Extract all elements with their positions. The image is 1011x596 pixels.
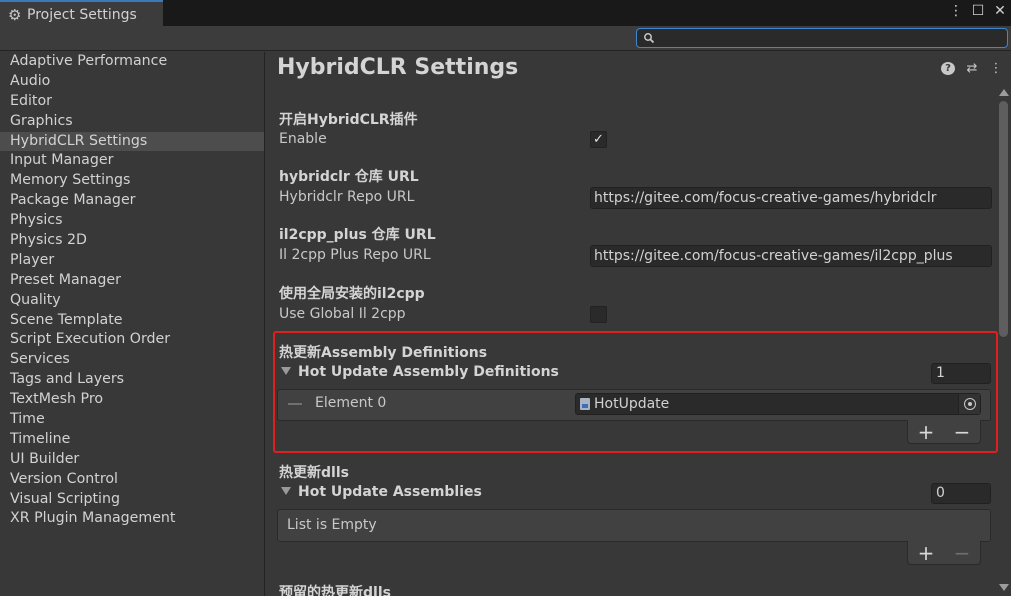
sidebar-item-player[interactable]: Player	[0, 251, 264, 271]
add-element-button[interactable]: +	[918, 422, 935, 442]
repo-url-field[interactable]: https://gitee.com/focus-creative-games/h…	[590, 187, 992, 209]
tab-title: Project Settings	[27, 6, 137, 23]
search-input[interactable]	[636, 28, 1008, 48]
global-il2cpp-section-label: 使用全局安装的il2cpp	[279, 286, 425, 302]
sidebar-item-preset-manager[interactable]: Preset Manager	[0, 271, 264, 291]
sidebar-item-script-execution-order[interactable]: Script Execution Order	[0, 330, 264, 350]
search-toolbar	[0, 26, 1011, 51]
vertical-scrollbar[interactable]	[997, 85, 1011, 596]
foldout-arrow-icon	[281, 367, 291, 375]
sidebar-item-physics[interactable]: Physics	[0, 211, 264, 231]
asm-defs-section-label: 热更新Assembly Definitions	[279, 345, 488, 361]
sidebar-item-ui-builder[interactable]: UI Builder	[0, 450, 264, 470]
asm-defs-list: Element 0 HotUpdate	[277, 389, 991, 421]
sidebar-item-adaptive-performance[interactable]: Adaptive Performance	[0, 52, 264, 72]
tab-project-settings[interactable]: ⚙ Project Settings	[0, 0, 163, 27]
asm-defs-list-footer: + −	[907, 420, 981, 444]
sidebar-item-tags-and-layers[interactable]: Tags and Layers	[0, 370, 264, 390]
dlls-section-label: 热更新dlls	[279, 465, 349, 481]
settings-content: HybridCLR Settings ? ⇄ ⋮ 开启HybridCLR插件 E…	[265, 52, 1011, 596]
sidebar-item-package-manager[interactable]: Package Manager	[0, 191, 264, 211]
repo-url-label: Hybridclr Repo URL	[279, 189, 415, 205]
foldout-arrow-icon	[281, 487, 291, 495]
help-icon[interactable]: ?	[941, 62, 955, 75]
title-bar: ⚙ Project Settings ⋮ ☐ ✕	[0, 0, 1011, 27]
global-il2cpp-label: Use Global Il 2cpp	[279, 306, 406, 322]
sidebar-item-visual-scripting[interactable]: Visual Scripting	[0, 490, 264, 510]
enable-checkbox[interactable]: ✓	[590, 131, 607, 148]
asm-defs-size-field[interactable]: 1	[931, 363, 991, 384]
il2cpp-url-section-label: il2cpp_plus 仓库 URL	[279, 227, 436, 243]
sidebar-item-version-control[interactable]: Version Control	[0, 470, 264, 490]
sidebar-item-physics-2d[interactable]: Physics 2D	[0, 231, 264, 251]
preset-sliders-icon[interactable]: ⇄	[965, 61, 979, 76]
close-icon[interactable]: ✕	[993, 3, 1007, 19]
sidebar-item-editor[interactable]: Editor	[0, 92, 264, 112]
element-0-label: Element 0	[315, 395, 387, 411]
dlls-size-field[interactable]: 0	[931, 483, 991, 504]
enable-label: Enable	[279, 131, 327, 147]
sidebar-item-xr-plugin-management[interactable]: XR Plugin Management	[0, 509, 264, 529]
global-il2cpp-checkbox[interactable]	[590, 306, 607, 323]
assembly-definition-icon	[580, 398, 590, 410]
element-0-value: HotUpdate	[594, 396, 670, 412]
sidebar-item-timeline[interactable]: Timeline	[0, 430, 264, 450]
enable-section-label: 开启HybridCLR插件	[279, 112, 418, 128]
search-icon	[644, 33, 655, 44]
dlls-list: List is Empty	[277, 509, 991, 542]
settings-sidebar: Adaptive Performance Audio Editor Graphi…	[0, 52, 264, 596]
list-empty-text: List is Empty	[287, 517, 377, 533]
sidebar-item-textmesh-pro[interactable]: TextMesh Pro	[0, 390, 264, 410]
element-0-object-field[interactable]: HotUpdate	[575, 393, 981, 415]
reserved-dlls-section-label: 预留的热更新dlls	[279, 585, 391, 596]
sidebar-item-services[interactable]: Services	[0, 350, 264, 370]
asm-defs-foldout[interactable]: Hot Update Assembly Definitions	[281, 364, 559, 380]
dlls-foldout[interactable]: Hot Update Assemblies	[281, 484, 482, 500]
header-icons: ? ⇄ ⋮	[941, 61, 1003, 76]
scrollbar-thumb[interactable]	[999, 101, 1008, 337]
sidebar-item-graphics[interactable]: Graphics	[0, 112, 264, 132]
sidebar-item-quality[interactable]: Quality	[0, 291, 264, 311]
repo-url-section-label: hybridclr 仓库 URL	[279, 169, 419, 185]
object-picker-icon[interactable]	[958, 394, 980, 414]
sidebar-item-hybridclr-settings[interactable]: HybridCLR Settings	[0, 131, 264, 152]
scroll-down-arrow-icon[interactable]	[999, 584, 1009, 591]
maximize-icon[interactable]: ☐	[971, 3, 985, 19]
window-controls: ⋮ ☐ ✕	[949, 3, 1007, 19]
sidebar-item-memory-settings[interactable]: Memory Settings	[0, 171, 264, 191]
sidebar-item-scene-template[interactable]: Scene Template	[0, 311, 264, 331]
remove-element-button[interactable]: −	[954, 543, 971, 563]
il2cpp-url-field[interactable]: https://gitee.com/focus-creative-games/i…	[590, 245, 992, 267]
asm-defs-foldout-label: Hot Update Assembly Definitions	[298, 364, 559, 380]
remove-element-button[interactable]: −	[954, 422, 971, 442]
sidebar-item-time[interactable]: Time	[0, 410, 264, 430]
il2cpp-url-label: Il 2cpp Plus Repo URL	[279, 247, 431, 263]
page-title: HybridCLR Settings	[277, 55, 519, 80]
kebab-menu-icon[interactable]: ⋮	[949, 3, 963, 19]
add-element-button[interactable]: +	[918, 543, 935, 563]
sidebar-item-input-manager[interactable]: Input Manager	[0, 151, 264, 171]
dlls-foldout-label: Hot Update Assemblies	[298, 484, 482, 500]
scroll-up-arrow-icon[interactable]	[999, 89, 1009, 96]
sidebar-item-audio[interactable]: Audio	[0, 72, 264, 92]
kebab-menu-icon[interactable]: ⋮	[989, 61, 1003, 76]
drag-handle-icon[interactable]	[288, 403, 302, 405]
dlls-list-footer: + −	[907, 541, 981, 565]
gear-icon: ⚙	[8, 5, 22, 24]
